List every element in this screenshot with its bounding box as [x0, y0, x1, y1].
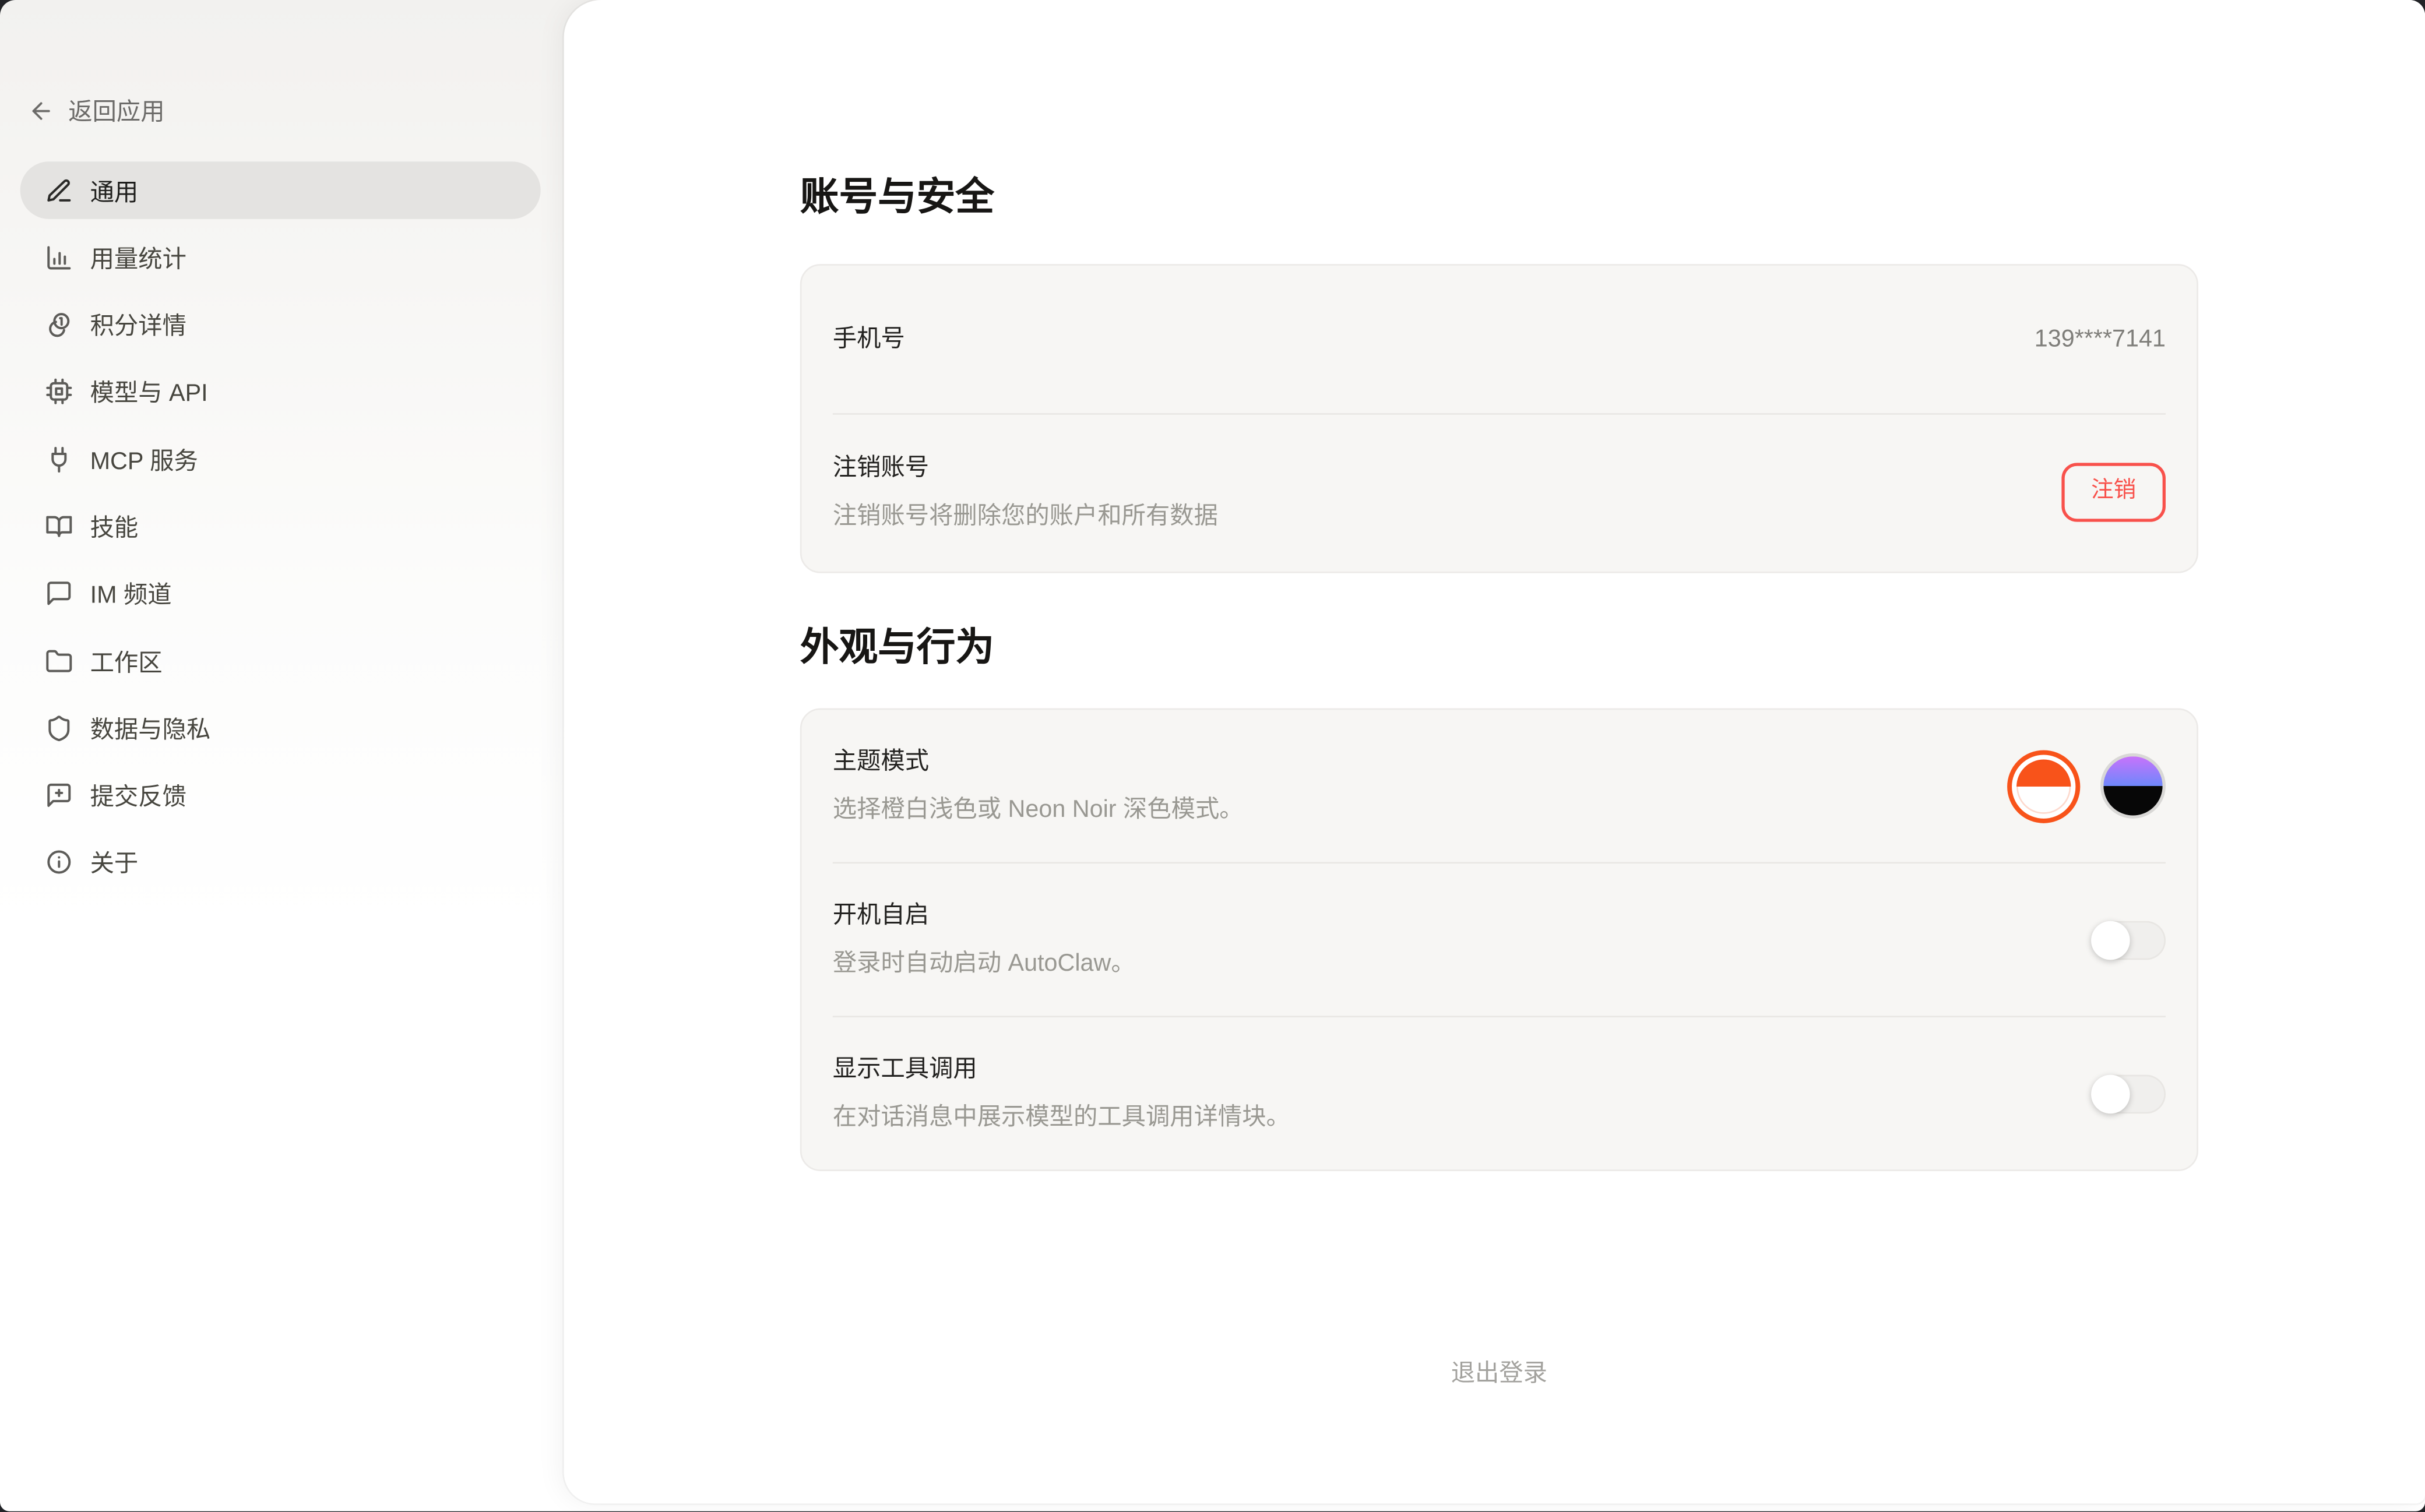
pencil-icon [45, 177, 73, 205]
phone-number-row: 手机号 139****7141 [802, 266, 2197, 413]
theme-mode-row: 主题模式 选择橙白浅色或 Neon Noir 深色模式。 [802, 710, 2197, 862]
sidebar-item-label: 积分详情 [90, 308, 186, 342]
delete-account-row: 注销账号 注销账号将删除您的账户和所有数据 注销 [802, 415, 2197, 572]
sidebar-item-general[interactable]: 通用 [20, 161, 541, 219]
sidebar-nav: 通用 用量统计 积分详情 模型与 API [20, 161, 541, 901]
delete-account-text: 注销账号 注销账号将删除您的账户和所有数据 [833, 452, 1218, 533]
settings-content: 账号与安全 手机号 139****7141 注销账号 注销账号将删除您的账户和所… [800, 0, 2198, 1391]
appearance-behavior-card: 主题模式 选择橙白浅色或 Neon Noir 深色模式。 开机自启 登录时 [800, 709, 2198, 1171]
sidebar-item-models-api[interactable]: 模型与 API [20, 363, 541, 421]
show-tool-calls-row: 显示工具调用 在对话消息中展示模型的工具调用详情块。 [802, 1017, 2197, 1169]
sidebar-item-label: 通用 [90, 173, 139, 207]
theme-mode-label: 主题模式 [833, 746, 1244, 778]
show-tool-calls-description: 在对话消息中展示模型的工具调用详情块。 [833, 1101, 1290, 1134]
sidebar-item-label: MCP 服务 [90, 442, 198, 477]
back-to-app-label: 返回应用 [68, 93, 164, 128]
section-title-appearance-behavior: 外观与行为 [800, 625, 2198, 671]
logout-button[interactable]: 退出登录 [800, 1358, 2198, 1392]
autostart-toggle[interactable] [2091, 920, 2166, 959]
book-open-icon [45, 513, 73, 541]
sidebar-item-usage-stats[interactable]: 用量统计 [20, 229, 541, 287]
autostart-description: 登录时自动启动 AutoClaw。 [833, 947, 1135, 980]
phone-number-value: 139****7141 [2035, 325, 2166, 353]
sidebar-item-label: 模型与 API [90, 375, 208, 409]
show-tool-calls-toggle[interactable] [2091, 1074, 2166, 1113]
sidebar-item-label: 工作区 [90, 644, 163, 678]
arrow-left-icon [28, 97, 54, 124]
cpu-icon [45, 378, 73, 406]
folder-icon [45, 647, 73, 675]
info-icon [45, 849, 73, 877]
sidebar: 返回应用 通用 用量统计 积分详情 [0, 0, 564, 1512]
account-security-card: 手机号 139****7141 注销账号 注销账号将删除您的账户和所有数据 注销 [800, 264, 2198, 573]
theme-swatches [2007, 749, 2166, 822]
main-panel: 账号与安全 手机号 139****7141 注销账号 注销账号将删除您的账户和所… [564, 0, 2425, 1504]
settings-window: 返回应用 通用 用量统计 积分详情 [0, 0, 2425, 1512]
sidebar-item-label: 数据与隐私 [90, 711, 211, 746]
sidebar-item-skills[interactable]: 技能 [20, 498, 541, 555]
sidebar-item-about[interactable]: 关于 [20, 834, 541, 891]
sidebar-item-label: 技能 [90, 509, 139, 544]
coins-icon [45, 311, 73, 339]
autostart-row: 开机自启 登录时自动启动 AutoClaw。 [802, 864, 2197, 1016]
autostart-label: 开机自启 [833, 899, 1135, 932]
sidebar-item-im-channels[interactable]: IM 频道 [20, 565, 541, 623]
sidebar-item-credits[interactable]: 积分详情 [20, 296, 541, 354]
sidebar-item-label: 提交反馈 [90, 778, 186, 813]
feedback-icon [45, 781, 73, 809]
show-tool-calls-toggle-knob [2091, 1074, 2130, 1113]
sidebar-item-label: 关于 [90, 845, 139, 880]
phone-number-label: 手机号 [833, 323, 905, 355]
section-title-account-security: 账号与安全 [800, 174, 2198, 221]
delete-account-label: 注销账号 [833, 452, 1218, 485]
back-to-app-button[interactable]: 返回应用 [28, 93, 165, 128]
sidebar-item-label: 用量统计 [90, 241, 186, 275]
theme-mode-text: 主题模式 选择橙白浅色或 Neon Noir 深色模式。 [833, 746, 1244, 827]
theme-light-swatch[interactable] [2007, 749, 2080, 822]
theme-mode-description: 选择橙白浅色或 Neon Noir 深色模式。 [833, 794, 1244, 826]
theme-dark-swatch[interactable] [2100, 753, 2166, 819]
shield-icon [45, 714, 73, 742]
show-tool-calls-label: 显示工具调用 [833, 1053, 1290, 1085]
show-tool-calls-text: 显示工具调用 在对话消息中展示模型的工具调用详情块。 [833, 1053, 1290, 1134]
autostart-text: 开机自启 登录时自动启动 AutoClaw。 [833, 899, 1135, 980]
sidebar-item-feedback[interactable]: 提交反馈 [20, 767, 541, 824]
plug-icon [45, 445, 73, 473]
chat-bubble-icon [45, 580, 73, 608]
theme-light-swatch-preview [2016, 759, 2071, 813]
bar-chart-icon [45, 244, 73, 272]
sidebar-item-workspace[interactable]: 工作区 [20, 632, 541, 690]
delete-account-button[interactable]: 注销 [2061, 463, 2166, 521]
sidebar-item-label: IM 频道 [90, 577, 172, 611]
sidebar-item-mcp[interactable]: MCP 服务 [20, 431, 541, 488]
autostart-toggle-knob [2091, 920, 2130, 959]
sidebar-item-data-privacy[interactable]: 数据与隐私 [20, 700, 541, 757]
delete-account-description: 注销账号将删除您的账户和所有数据 [833, 500, 1218, 533]
